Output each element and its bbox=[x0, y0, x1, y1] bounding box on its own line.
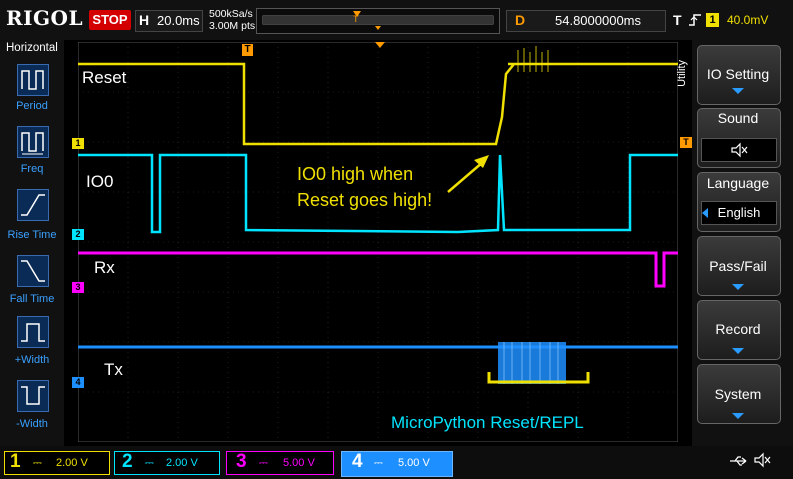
sound-value-box bbox=[701, 138, 777, 162]
utility-tab[interactable]: Utility bbox=[676, 60, 688, 87]
burst-label: MicroPython Reset/REPL bbox=[391, 413, 584, 432]
ch3-number: 3 bbox=[236, 451, 247, 472]
measure-pos-width-label: +Width bbox=[14, 354, 50, 366]
sound-label: Sound bbox=[717, 110, 759, 126]
note-line-1: IO0 high when bbox=[297, 164, 414, 184]
language-label: Language bbox=[706, 175, 770, 191]
measure-period-button[interactable] bbox=[17, 64, 49, 96]
memory-depth: 3.00M pts bbox=[209, 20, 256, 32]
ch1-coupling-icon: ⎓ bbox=[33, 457, 42, 469]
system-label: System bbox=[714, 386, 762, 402]
delay-letter: D bbox=[515, 12, 526, 28]
frequency-icon bbox=[21, 132, 44, 155]
rising-edge-icon bbox=[689, 14, 701, 26]
timebase-value: 20.0ms bbox=[157, 13, 200, 28]
measure-freq-button[interactable] bbox=[17, 126, 49, 158]
note-line-2: Reset goes high! bbox=[297, 190, 433, 210]
memory-position-graphic: T bbox=[262, 11, 494, 30]
waveform-display[interactable] bbox=[78, 42, 678, 442]
system-arrow-icon bbox=[732, 413, 744, 419]
memory-window bbox=[263, 16, 493, 24]
rigol-logo: RIGOL bbox=[6, 6, 84, 30]
ch2-coupling-icon: ⎓ bbox=[145, 457, 154, 469]
ch3-coupling-icon: ⎓ bbox=[259, 457, 268, 469]
language-value: English bbox=[701, 201, 777, 225]
ch1-ground-marker[interactable]: 1 bbox=[72, 138, 84, 149]
acquisition-info: 500kSa/s 3.00M pts bbox=[209, 8, 255, 32]
fall-time-icon bbox=[21, 260, 45, 282]
trigger-level: 40.0mV bbox=[727, 13, 769, 27]
positive-width-icon bbox=[21, 323, 45, 342]
measure-fall-time-button[interactable] bbox=[17, 255, 49, 287]
ch2-number: 2 bbox=[122, 451, 133, 472]
record-arrow-icon bbox=[732, 348, 744, 354]
trigger-letter: T bbox=[673, 12, 682, 28]
measure-fall-time-label: Fall Time bbox=[9, 293, 55, 305]
pass-fail-label: Pass/Fail bbox=[709, 258, 767, 274]
tx-label: Tx bbox=[104, 360, 123, 379]
trigger-level-marker[interactable]: T bbox=[680, 137, 692, 148]
ch3-ground-marker[interactable]: 3 bbox=[72, 282, 84, 293]
delay-position-icon bbox=[375, 26, 381, 30]
trigger-source[interactable]: 1 bbox=[706, 13, 719, 27]
io0-label: IO0 bbox=[86, 172, 114, 191]
ch2-scale: 2.00 V bbox=[166, 457, 198, 469]
memory-position-bar: T bbox=[256, 8, 500, 34]
speaker-muted-icon bbox=[731, 142, 748, 158]
reset-label: Reset bbox=[82, 68, 127, 87]
timebase-letter: H bbox=[139, 12, 150, 28]
delay-value: 54.8000000ms bbox=[555, 13, 642, 28]
ch2-ground-marker[interactable]: 2 bbox=[72, 229, 84, 240]
measure-rise-time-label: Rise Time bbox=[7, 229, 57, 241]
rise-time-icon bbox=[21, 194, 45, 216]
rx-label: Rx bbox=[94, 258, 115, 277]
ch4-coupling-icon: ⎓ bbox=[374, 457, 383, 469]
tx-data-burst bbox=[498, 342, 566, 384]
ch3-scale: 5.00 V bbox=[283, 457, 315, 469]
ch4-ground-marker[interactable]: 4 bbox=[72, 377, 84, 388]
measure-neg-width-button[interactable] bbox=[17, 380, 49, 412]
pass-fail-arrow-icon bbox=[732, 284, 744, 290]
speaker-muted-status-icon[interactable] bbox=[752, 451, 774, 469]
run-stop-button[interactable]: STOP bbox=[89, 10, 131, 30]
negative-width-icon bbox=[21, 386, 45, 405]
measure-pos-width-button[interactable] bbox=[17, 316, 49, 348]
ch1-scale: 2.00 V bbox=[56, 457, 88, 469]
measure-rise-time-button[interactable] bbox=[17, 189, 49, 221]
io-setting-label: IO Setting bbox=[706, 66, 770, 82]
ch1-number: 1 bbox=[10, 451, 21, 472]
usb-icon bbox=[730, 456, 747, 466]
ch4-number: 4 bbox=[352, 451, 363, 472]
io-setting-arrow-icon bbox=[732, 88, 744, 94]
delay-marker-icon bbox=[375, 42, 385, 48]
trigger-time-marker[interactable]: T bbox=[242, 44, 253, 56]
measure-period-label: Period bbox=[16, 100, 48, 112]
ch4-scale: 5.00 V bbox=[398, 457, 430, 469]
measure-freq-label: Freq bbox=[20, 163, 44, 175]
sidebar-title: Horizontal bbox=[6, 42, 58, 54]
period-icon bbox=[21, 70, 44, 90]
sample-rate: 500kSa/s bbox=[209, 8, 253, 20]
trigger-position-letter: T bbox=[353, 14, 359, 24]
measure-neg-width-label: -Width bbox=[16, 418, 48, 430]
record-label: Record bbox=[715, 321, 761, 337]
language-arrow-icon bbox=[702, 208, 708, 218]
